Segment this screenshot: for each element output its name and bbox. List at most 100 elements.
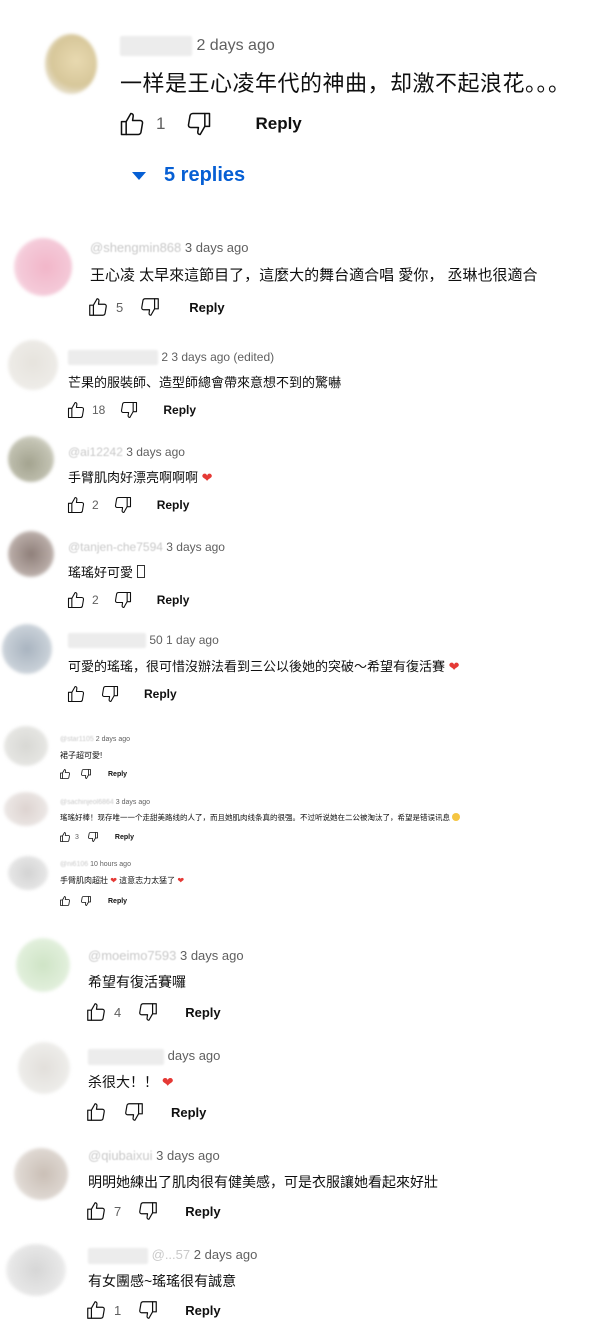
reply-button[interactable]: Reply bbox=[185, 1204, 220, 1219]
comment-meta: 2 days ago bbox=[120, 36, 275, 56]
comment-text: 一样是王心凌年代的神曲，却激不起浪花。。。 bbox=[120, 71, 571, 96]
author-handle[interactable]: @tanjen-che7594 bbox=[68, 540, 163, 554]
thumb-down-icon[interactable] bbox=[113, 495, 133, 515]
like-count: 1 bbox=[156, 114, 166, 133]
like-count: 18 bbox=[92, 403, 106, 417]
author-handle[interactable]: @ai12242 bbox=[68, 445, 123, 459]
like-count: 2 bbox=[92, 498, 99, 512]
avatar[interactable] bbox=[16, 938, 70, 992]
thumb-up-icon[interactable] bbox=[85, 1200, 107, 1222]
author-handle-blurred[interactable] bbox=[88, 1048, 164, 1065]
reply-button[interactable]: Reply bbox=[108, 898, 127, 905]
thumb-down-icon[interactable] bbox=[123, 1101, 145, 1123]
author-handle[interactable] bbox=[120, 36, 192, 56]
reply-button[interactable]: Reply bbox=[115, 834, 134, 841]
thumb-down-icon[interactable] bbox=[185, 110, 213, 138]
thumb-up-icon[interactable] bbox=[85, 1101, 107, 1123]
comment-actions: Reply bbox=[59, 768, 127, 780]
thumb-down-icon[interactable] bbox=[113, 590, 133, 610]
reply-button[interactable]: Reply bbox=[108, 771, 127, 778]
author-handle-blurred[interactable] bbox=[68, 633, 146, 649]
author-handle[interactable]: @star1105 bbox=[60, 736, 94, 743]
comment: days ago 杀很大！！ ❤ Reply bbox=[0, 1034, 600, 1134]
avatar[interactable] bbox=[18, 1042, 70, 1094]
thumb-up-icon[interactable] bbox=[59, 768, 71, 780]
thumb-up-icon[interactable] bbox=[59, 895, 71, 907]
thumb-down-icon[interactable] bbox=[137, 1299, 159, 1321]
thumb-up-icon[interactable] bbox=[66, 590, 86, 610]
author-handle-blurred[interactable] bbox=[88, 1247, 148, 1264]
comment-text: 杀很大！！ ❤ bbox=[88, 1072, 174, 1092]
reply-button[interactable]: Reply bbox=[163, 403, 196, 417]
comment-meta: @shengmin868 3 days ago bbox=[90, 240, 249, 255]
heart-icon: ❤ bbox=[448, 659, 460, 674]
avatar[interactable] bbox=[8, 531, 54, 577]
comment-text: 芒果的服裝師、造型師總會帶來意想不到的驚嚇 bbox=[68, 375, 342, 390]
comment-text: 可愛的瑤瑤，很可惜沒辦法看到三公以後她的突破～希望有復活賽 ❤ bbox=[68, 656, 460, 675]
thumb-down-icon[interactable] bbox=[80, 895, 92, 907]
timestamp: 2 days ago bbox=[95, 736, 131, 743]
comment: @shengmin868 3 days ago 王心凌 太早來這節目了，這麼大的… bbox=[0, 230, 600, 330]
reply-button[interactable]: Reply bbox=[255, 114, 301, 134]
thumb-down-icon[interactable] bbox=[100, 684, 120, 704]
thumb-up-icon[interactable] bbox=[66, 400, 86, 420]
thumb-up-icon[interactable] bbox=[118, 110, 146, 138]
avatar[interactable] bbox=[8, 436, 54, 482]
author-handle[interactable]: @moeimo7593 bbox=[88, 948, 176, 963]
heart-icon: ❤ bbox=[110, 876, 117, 885]
reply-button[interactable]: Reply bbox=[171, 1105, 206, 1120]
avatar[interactable] bbox=[4, 726, 48, 766]
sad-face-icon bbox=[452, 813, 461, 821]
author-handle[interactable]: @ni6106 bbox=[60, 861, 88, 868]
view-replies-button[interactable]: 5 replies bbox=[132, 164, 245, 187]
comment: @sachinjeol6864 3 days ago 瑤瑤好棒！现存唯一一个走甜… bbox=[0, 786, 600, 848]
heart-icon: ❤ bbox=[161, 1074, 174, 1090]
reply-button[interactable]: Reply bbox=[185, 1303, 220, 1318]
comment: 50 1 day ago 可愛的瑤瑤，很可惜沒辦法看到三公以後她的突破～希望有復… bbox=[0, 620, 600, 716]
author-handle[interactable]: @shengmin868 bbox=[90, 240, 181, 255]
author-handle-blurred[interactable] bbox=[68, 350, 158, 366]
thumb-up-icon[interactable] bbox=[66, 495, 86, 515]
like-count: 2 bbox=[92, 593, 99, 607]
avatar[interactable] bbox=[45, 34, 97, 94]
missing-glyph-icon bbox=[136, 565, 145, 578]
author-handle[interactable]: @sachinjeol6864 bbox=[60, 799, 114, 806]
avatar[interactable] bbox=[8, 340, 58, 390]
comment-text: 王心凌 太早來這節目了，這麼大的舞台適合唱 愛你， 丞琳也很適合 bbox=[90, 267, 538, 284]
reply-button[interactable]: Reply bbox=[144, 687, 177, 701]
author-handle[interactable]: @qiubaixui bbox=[88, 1148, 153, 1163]
reply-button[interactable]: Reply bbox=[185, 1005, 220, 1020]
author-handle[interactable]: 50 bbox=[149, 633, 162, 647]
thumb-down-icon[interactable] bbox=[119, 400, 139, 420]
thumb-up-icon[interactable] bbox=[66, 684, 86, 704]
comment-actions: 5 Reply bbox=[87, 296, 225, 318]
heart-icon: ❤ bbox=[201, 470, 213, 485]
thumb-up-icon[interactable] bbox=[85, 1299, 107, 1321]
author-handle[interactable]: @...57 bbox=[152, 1247, 191, 1262]
avatar[interactable] bbox=[14, 1148, 68, 1200]
comment-text-body: 瑤瑤好可愛 bbox=[68, 565, 134, 580]
caret-down-icon bbox=[132, 164, 146, 187]
thumb-up-icon[interactable] bbox=[59, 831, 71, 843]
thumb-down-icon[interactable] bbox=[80, 768, 92, 780]
thumb-up-icon[interactable] bbox=[87, 296, 109, 318]
avatar[interactable] bbox=[4, 792, 48, 826]
avatar[interactable] bbox=[14, 238, 72, 296]
avatar[interactable] bbox=[2, 624, 52, 674]
thumb-down-icon[interactable] bbox=[87, 831, 99, 843]
comment-meta: @qiubaixui 3 days ago bbox=[88, 1148, 220, 1163]
avatar[interactable] bbox=[8, 856, 48, 890]
reply-button[interactable]: Reply bbox=[157, 498, 190, 512]
reply-button[interactable]: Reply bbox=[157, 593, 190, 607]
avatar[interactable] bbox=[6, 1244, 66, 1296]
comment-actions: Reply bbox=[66, 684, 177, 704]
thumb-down-icon[interactable] bbox=[137, 1200, 159, 1222]
thumb-up-icon[interactable] bbox=[85, 1001, 107, 1023]
timestamp: 10 hours ago bbox=[90, 861, 131, 868]
reply-button[interactable]: Reply bbox=[189, 300, 224, 315]
author-handle[interactable]: 2 bbox=[161, 350, 168, 364]
comment: 2 days ago 一样是王心凌年代的神曲，却激不起浪花。。。 1 Reply… bbox=[0, 0, 600, 210]
thumb-down-icon[interactable] bbox=[139, 296, 161, 318]
thumb-down-icon[interactable] bbox=[137, 1001, 159, 1023]
comment-actions: 1 Reply bbox=[85, 1299, 221, 1321]
